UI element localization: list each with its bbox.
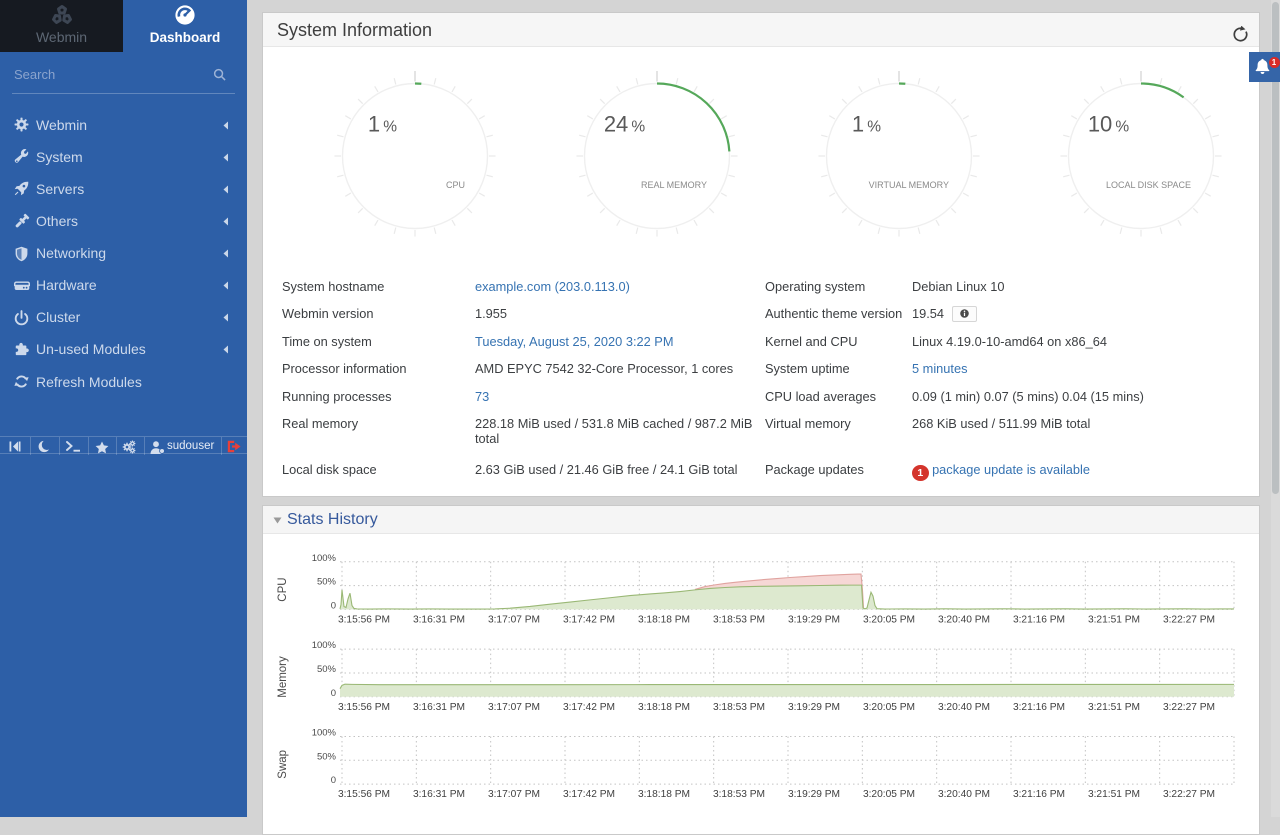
svg-text:50%: 50% xyxy=(317,751,337,762)
svg-text:3:16:31 PM: 3:16:31 PM xyxy=(413,614,465,625)
svg-text:50%: 50% xyxy=(317,577,337,588)
svg-text:Memory: Memory xyxy=(277,656,289,698)
svg-text:3:17:07 PM: 3:17:07 PM xyxy=(488,614,540,625)
svg-text:3:17:07 PM: 3:17:07 PM xyxy=(488,702,540,713)
svg-text:3:21:16 PM: 3:21:16 PM xyxy=(1013,789,1065,800)
svg-text:3:22:27 PM: 3:22:27 PM xyxy=(1163,614,1215,625)
svg-text:3:17:42 PM: 3:17:42 PM xyxy=(563,702,615,713)
svg-text:3:21:51 PM: 3:21:51 PM xyxy=(1088,614,1140,625)
svg-text:3:15:56 PM: 3:15:56 PM xyxy=(338,614,390,625)
svg-text:CPU: CPU xyxy=(445,180,464,190)
svg-text:0: 0 xyxy=(331,600,336,611)
svg-text:LOCAL DISK SPACE: LOCAL DISK SPACE xyxy=(1105,180,1190,190)
svg-text:3:20:40 PM: 3:20:40 PM xyxy=(938,789,990,800)
svg-text:3:16:31 PM: 3:16:31 PM xyxy=(413,702,465,713)
svg-text:3:20:05 PM: 3:20:05 PM xyxy=(863,789,915,800)
svg-text:3:21:16 PM: 3:21:16 PM xyxy=(1013,702,1065,713)
svg-text:3:16:31 PM: 3:16:31 PM xyxy=(413,789,465,800)
svg-text:CPU: CPU xyxy=(277,577,289,601)
svg-text:3:21:51 PM: 3:21:51 PM xyxy=(1088,789,1140,800)
svg-text:Swap: Swap xyxy=(277,750,289,779)
svg-text:50%: 50% xyxy=(317,664,337,675)
svg-text:3:21:16 PM: 3:21:16 PM xyxy=(1013,614,1065,625)
svg-text:REAL MEMORY: REAL MEMORY xyxy=(640,180,706,190)
svg-text:3:22:27 PM: 3:22:27 PM xyxy=(1163,702,1215,713)
svg-text:0: 0 xyxy=(331,688,336,699)
svg-text:3:19:29 PM: 3:19:29 PM xyxy=(788,614,840,625)
svg-text:3:22:27 PM: 3:22:27 PM xyxy=(1163,789,1215,800)
svg-text:3:18:53 PM: 3:18:53 PM xyxy=(713,614,765,625)
svg-text:3:19:29 PM: 3:19:29 PM xyxy=(788,789,840,800)
svg-text:3:17:42 PM: 3:17:42 PM xyxy=(563,614,615,625)
svg-text:100%: 100% xyxy=(312,728,337,739)
svg-text:3:19:29 PM: 3:19:29 PM xyxy=(788,702,840,713)
svg-text:VIRTUAL MEMORY: VIRTUAL MEMORY xyxy=(868,180,948,190)
svg-text:3:20:40 PM: 3:20:40 PM xyxy=(938,702,990,713)
svg-text:100%: 100% xyxy=(312,640,337,651)
svg-text:3:20:40 PM: 3:20:40 PM xyxy=(938,614,990,625)
svg-text:3:18:18 PM: 3:18:18 PM xyxy=(638,614,690,625)
svg-text:3:18:18 PM: 3:18:18 PM xyxy=(638,702,690,713)
svg-text:3:18:53 PM: 3:18:53 PM xyxy=(713,789,765,800)
svg-text:3:17:42 PM: 3:17:42 PM xyxy=(563,789,615,800)
svg-text:3:18:18 PM: 3:18:18 PM xyxy=(638,789,690,800)
svg-text:3:20:05 PM: 3:20:05 PM xyxy=(863,702,915,713)
svg-text:3:17:07 PM: 3:17:07 PM xyxy=(488,789,540,800)
svg-text:3:20:05 PM: 3:20:05 PM xyxy=(863,614,915,625)
svg-text:3:15:56 PM: 3:15:56 PM xyxy=(338,789,390,800)
svg-text:3:21:51 PM: 3:21:51 PM xyxy=(1088,702,1140,713)
svg-text:3:18:53 PM: 3:18:53 PM xyxy=(713,702,765,713)
svg-text:0: 0 xyxy=(331,775,336,786)
svg-text:3:15:56 PM: 3:15:56 PM xyxy=(338,702,390,713)
svg-text:100%: 100% xyxy=(312,553,337,564)
